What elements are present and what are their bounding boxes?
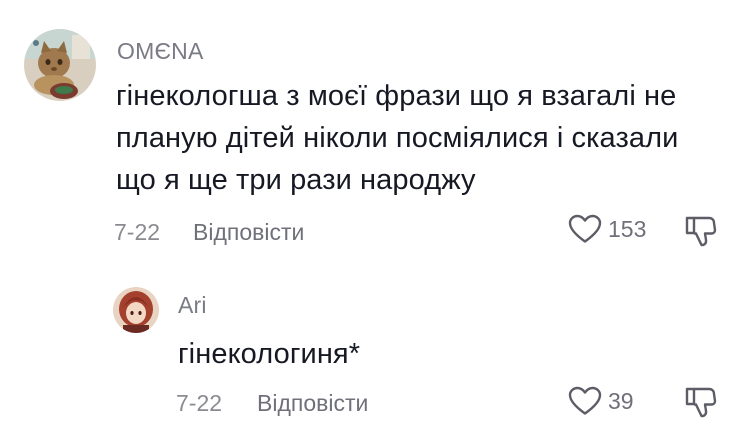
avatar-omena[interactable] xyxy=(24,29,96,101)
reply-reply-button[interactable]: Відповісти xyxy=(257,390,368,417)
thumb-down-icon xyxy=(685,387,717,418)
like-count: 153 xyxy=(608,215,647,242)
reply-username[interactable]: Ari xyxy=(178,292,207,319)
comment-text: гінекологша з моєї фрази що я взагалі не… xyxy=(116,75,736,201)
dislike-button[interactable] xyxy=(684,214,718,253)
reply-date: 7-22 xyxy=(176,390,223,416)
reply-text: гінекологиня* xyxy=(178,338,361,370)
comment-text-line: що я ще три рази народжу xyxy=(116,164,476,196)
like-button[interactable]: 153 xyxy=(568,214,646,244)
reply-like-count: 39 xyxy=(608,387,634,414)
comment-date: 7-22 xyxy=(114,219,161,245)
heart-outline-icon xyxy=(568,214,602,243)
thumb-down-icon xyxy=(685,216,717,247)
reply-like-button[interactable]: 39 xyxy=(568,386,634,416)
avatar-ari[interactable] xyxy=(113,287,159,333)
comment-text-line: планую дітей ніколи посміялися і сказали xyxy=(116,122,679,154)
comment-text-line: гінекологша з моєї фрази що я взагалі не xyxy=(116,80,677,112)
heart-outline-icon xyxy=(568,386,602,415)
reply-button[interactable]: Відповісти xyxy=(193,219,304,246)
cat-avatar-icon xyxy=(24,29,96,101)
reply-dislike-button[interactable] xyxy=(684,385,718,424)
comment-username[interactable]: ОМЄNA xyxy=(117,38,204,65)
anime-girl-avatar-icon xyxy=(113,287,159,333)
